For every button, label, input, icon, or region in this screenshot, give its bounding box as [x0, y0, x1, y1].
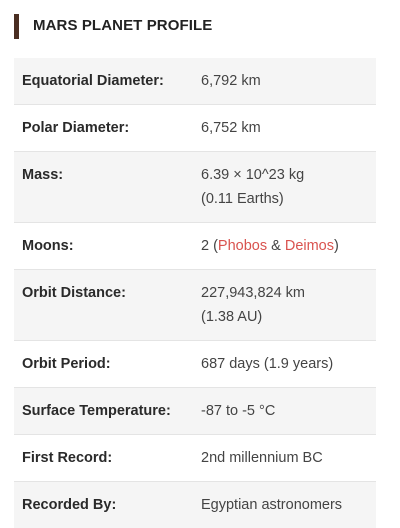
table-row: Recorded By: Egyptian astronomers	[14, 482, 376, 528]
phobos-link[interactable]: Phobos	[218, 238, 267, 254]
table-row: Orbit Period: 687 days (1.9 years)	[14, 341, 376, 388]
row-label-first-record: First Record:	[14, 435, 201, 482]
row-value-moons: 2 (Phobos & Deimos)	[201, 223, 376, 270]
row-value-orbit-period: 687 days (1.9 years)	[201, 341, 376, 388]
mass-value-line: 6.39 × 10^23 kg	[201, 163, 368, 187]
row-label-recorded-by: Recorded By:	[14, 482, 201, 528]
row-value-recorded-by: Egyptian astronomers	[201, 482, 376, 528]
row-label-polar-diameter: Polar Diameter:	[14, 105, 201, 152]
orbit-distance-au: (1.38 AU)	[201, 305, 368, 329]
row-label-mass: Mass:	[14, 152, 201, 223]
row-value-polar-diameter: 6,752 km	[201, 105, 376, 152]
row-value-equatorial-diameter: 6,792 km	[201, 58, 376, 105]
row-label-moons: Moons:	[14, 223, 201, 270]
row-value-mass: 6.39 × 10^23 kg (0.11 Earths)	[201, 152, 376, 223]
header-accent-bar	[14, 14, 19, 39]
table-row: Moons: 2 (Phobos & Deimos)	[14, 223, 376, 270]
table-row: Equatorial Diameter: 6,792 km	[14, 58, 376, 105]
moons-close-paren: )	[334, 238, 339, 254]
deimos-link[interactable]: Deimos	[285, 238, 334, 254]
row-label-orbit-distance: Orbit Distance:	[14, 270, 201, 341]
mass-earths-line: (0.11 Earths)	[201, 187, 368, 211]
row-label-surface-temperature: Surface Temperature:	[14, 388, 201, 435]
table-row: Polar Diameter: 6,752 km	[14, 105, 376, 152]
table-row: Surface Temperature: -87 to -5 °C	[14, 388, 376, 435]
moons-separator: &	[267, 238, 285, 254]
row-value-first-record: 2nd millennium BC	[201, 435, 376, 482]
page-title: MARS PLANET PROFILE	[33, 17, 400, 35]
orbit-distance-km: 227,943,824 km	[201, 281, 368, 305]
profile-header: MARS PLANET PROFILE	[0, 0, 400, 42]
row-value-surface-temperature: -87 to -5 °C	[201, 388, 376, 435]
row-label-orbit-period: Orbit Period:	[14, 341, 201, 388]
table-row: Mass: 6.39 × 10^23 kg (0.11 Earths)	[14, 152, 376, 223]
row-value-orbit-distance: 227,943,824 km (1.38 AU)	[201, 270, 376, 341]
profile-table: Equatorial Diameter: 6,792 km Polar Diam…	[14, 58, 376, 528]
table-row: Orbit Distance: 227,943,824 km (1.38 AU)	[14, 270, 376, 341]
table-row: First Record: 2nd millennium BC	[14, 435, 376, 482]
row-label-equatorial-diameter: Equatorial Diameter:	[14, 58, 201, 105]
moons-count: 2 (	[201, 238, 218, 254]
